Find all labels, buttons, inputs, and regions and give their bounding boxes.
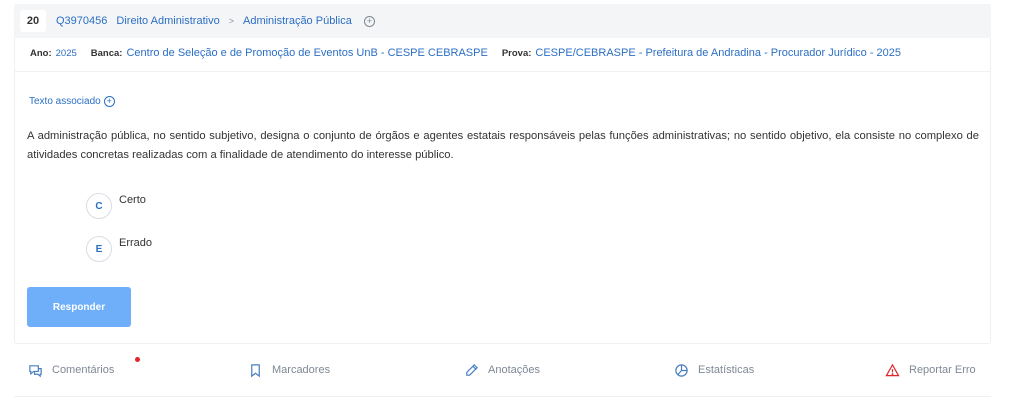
notes-tab[interactable]: Anotações — [464, 351, 540, 389]
alternative-text: Errado — [119, 237, 153, 249]
answer-button[interactable]: Responder — [27, 287, 131, 327]
plus-circle-icon[interactable]: + — [363, 15, 375, 27]
pencil-icon — [466, 363, 478, 376]
bookmarks-label: Marcadores — [272, 364, 331, 376]
bottom-divider — [14, 396, 991, 397]
plus-circle-icon: + — [103, 96, 115, 107]
alternative-text: Certo — [119, 194, 146, 206]
banca-label: Banca: — [90, 48, 123, 59]
alternative-letter[interactable]: E — [86, 236, 112, 262]
pie-chart-icon — [675, 363, 688, 377]
report-error-label: Reportar Erro — [909, 364, 976, 376]
comments-tab[interactable]: Comentários — [28, 351, 140, 389]
stats-label: Estatísticas — [698, 364, 755, 376]
ano-label: Ano: — [30, 48, 52, 59]
question-toolbar: Comentários Marcadores Anotações Estatís… — [14, 351, 991, 389]
breadcrumb-subject[interactable]: Direito Administrativo — [116, 15, 219, 27]
stats-tab[interactable]: Estatísticas — [674, 351, 754, 389]
associated-text-link[interactable]: Texto associado + — [29, 96, 115, 107]
report-error-tab[interactable]: Reportar Erro — [885, 351, 976, 389]
breadcrumb-topic[interactable]: Administração Pública — [243, 15, 352, 27]
alternative-letter[interactable]: C — [86, 193, 112, 219]
question-meta: Ano: 2025 Banca: Centro de Seleção e de … — [30, 47, 901, 59]
alternative-errado[interactable]: E Errado — [86, 236, 152, 262]
notes-label: Anotações — [488, 364, 540, 376]
associated-text-label: Texto associado — [29, 96, 101, 107]
warning-icon — [885, 363, 900, 376]
comments-label: Comentários — [52, 364, 115, 376]
banca-value[interactable]: Centro de Seleção e de Promoção de Event… — [126, 47, 487, 59]
prova-label: Prova: — [501, 48, 532, 59]
notification-dot — [135, 357, 140, 362]
question-id-link[interactable]: Q3970456 — [56, 15, 107, 27]
breadcrumb-separator: > — [228, 16, 234, 26]
question-header: 20 Q3970456 Direito Administrativo > Adm… — [14, 4, 991, 38]
question-statement: A administração pública, no sentido subj… — [27, 130, 979, 161]
bookmarks-tab[interactable]: Marcadores — [248, 351, 330, 389]
ano-value[interactable]: 2025 — [56, 48, 77, 59]
comment-icon — [29, 364, 42, 377]
bookmark-icon — [251, 363, 260, 377]
meta-divider — [14, 71, 991, 72]
prova-value[interactable]: CESPE/CEBRASPE - Prefeitura de Andradina… — [535, 47, 901, 59]
alternative-certo[interactable]: C Certo — [86, 193, 146, 219]
question-number: 20 — [20, 10, 46, 32]
